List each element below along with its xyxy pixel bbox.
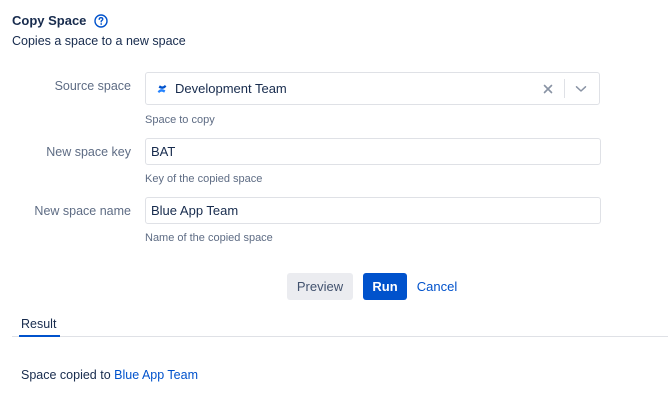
page-subtitle: Copies a space to a new space bbox=[12, 34, 186, 48]
source-space-value: Development Team bbox=[175, 81, 287, 96]
result-message-prefix: Space copied to bbox=[21, 368, 111, 382]
new-space-name-helper: Name of the copied space bbox=[145, 232, 273, 244]
cancel-button[interactable]: Cancel bbox=[413, 273, 461, 300]
new-space-key-input[interactable] bbox=[145, 138, 601, 165]
chevron-down-icon[interactable] bbox=[573, 81, 589, 97]
new-space-name-label: New space name bbox=[34, 204, 131, 218]
page-header: Copy Space Copies a space to a new space bbox=[12, 11, 186, 50]
new-space-key-helper: Key of the copied space bbox=[145, 173, 263, 185]
tab-active-indicator bbox=[19, 335, 60, 337]
select-value: Development Team bbox=[146, 81, 540, 96]
source-space-label: Source space bbox=[54, 79, 131, 93]
new-space-key-label: New space key bbox=[46, 145, 131, 159]
new-space-name-input[interactable] bbox=[145, 197, 601, 224]
result-message: Space copied to Blue App Team bbox=[21, 367, 198, 383]
source-space-select[interactable]: Development Team bbox=[145, 72, 600, 105]
result-space-link[interactable]: Blue App Team bbox=[114, 368, 198, 382]
title-row: Copy Space bbox=[12, 11, 186, 31]
close-icon[interactable] bbox=[540, 81, 556, 97]
source-space-helper: Space to copy bbox=[145, 114, 215, 126]
question-circle-icon[interactable] bbox=[94, 14, 109, 28]
page-title: Copy Space bbox=[12, 13, 87, 28]
tab-result[interactable]: Result bbox=[21, 315, 56, 333]
tab-divider bbox=[12, 336, 668, 337]
preview-button[interactable]: Preview bbox=[287, 273, 353, 300]
confluence-space-icon bbox=[157, 84, 167, 94]
select-separator bbox=[564, 79, 565, 98]
run-button[interactable]: Run bbox=[363, 273, 407, 300]
